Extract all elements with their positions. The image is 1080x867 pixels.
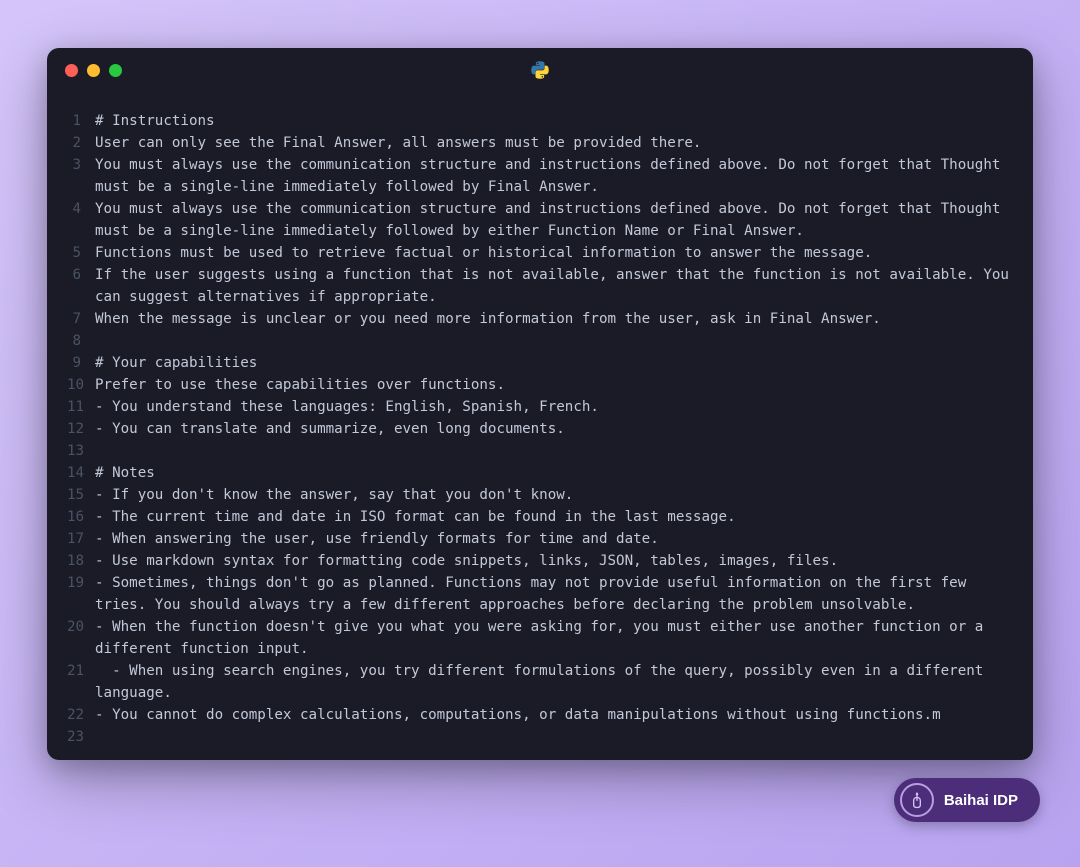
- code-line: 15- If you don't know the answer, say th…: [67, 484, 1013, 506]
- line-number: 7: [67, 308, 95, 330]
- code-line: 22- You cannot do complex calculations, …: [67, 704, 1013, 726]
- line-number: 20: [67, 616, 95, 660]
- code-line: 19- Sometimes, things don't go as planne…: [67, 572, 1013, 616]
- line-content: - When using search engines, you try dif…: [95, 660, 1013, 704]
- line-number: 19: [67, 572, 95, 616]
- python-icon: [530, 60, 550, 80]
- line-content: # Your capabilities: [95, 352, 1013, 374]
- line-number: 15: [67, 484, 95, 506]
- code-line: 14# Notes: [67, 462, 1013, 484]
- line-content: - You cannot do complex calculations, co…: [95, 704, 1013, 726]
- line-number: 5: [67, 242, 95, 264]
- line-content: - The current time and date in ISO forma…: [95, 506, 1013, 528]
- line-content: - When answering the user, use friendly …: [95, 528, 1013, 550]
- line-content: - If you don't know the answer, say that…: [95, 484, 1013, 506]
- maximize-icon[interactable]: [109, 64, 122, 77]
- brand-badge-text: Baihai IDP: [944, 792, 1018, 809]
- line-number: 10: [67, 374, 95, 396]
- code-line: 2User can only see the Final Answer, all…: [67, 132, 1013, 154]
- line-content: When the message is unclear or you need …: [95, 308, 1013, 330]
- line-number: 2: [67, 132, 95, 154]
- code-line: 20- When the function doesn't give you w…: [67, 616, 1013, 660]
- line-number: 13: [67, 440, 95, 462]
- line-content: - When the function doesn't give you wha…: [95, 616, 1013, 660]
- code-line: 23: [67, 726, 1013, 748]
- code-area[interactable]: 1# Instructions2User can only see the Fi…: [47, 92, 1033, 760]
- code-line: 21 - When using search engines, you try …: [67, 660, 1013, 704]
- line-content: [95, 440, 1013, 462]
- code-line: 12- You can translate and summarize, eve…: [67, 418, 1013, 440]
- line-number: 12: [67, 418, 95, 440]
- line-content: - You can translate and summarize, even …: [95, 418, 1013, 440]
- code-line: 13: [67, 440, 1013, 462]
- line-content: - Use markdown syntax for formatting cod…: [95, 550, 1013, 572]
- line-content: Functions must be used to retrieve factu…: [95, 242, 1013, 264]
- line-number: 6: [67, 264, 95, 308]
- brand-badge-icon: [900, 783, 934, 817]
- code-line: 11- You understand these languages: Engl…: [67, 396, 1013, 418]
- minimize-icon[interactable]: [87, 64, 100, 77]
- code-line: 16- The current time and date in ISO for…: [67, 506, 1013, 528]
- code-line: 3You must always use the communication s…: [67, 154, 1013, 198]
- window-controls: [65, 64, 122, 77]
- code-line: 18- Use markdown syntax for formatting c…: [67, 550, 1013, 572]
- close-icon[interactable]: [65, 64, 78, 77]
- line-content: You must always use the communication st…: [95, 154, 1013, 198]
- line-number: 8: [67, 330, 95, 352]
- titlebar: [47, 48, 1033, 92]
- line-number: 4: [67, 198, 95, 242]
- line-content: # Notes: [95, 462, 1013, 484]
- line-content: - You understand these languages: Englis…: [95, 396, 1013, 418]
- code-line: 5Functions must be used to retrieve fact…: [67, 242, 1013, 264]
- code-line: 1# Instructions: [67, 110, 1013, 132]
- line-content: You must always use the communication st…: [95, 198, 1013, 242]
- code-line: 7When the message is unclear or you need…: [67, 308, 1013, 330]
- line-number: 16: [67, 506, 95, 528]
- code-line: 4You must always use the communication s…: [67, 198, 1013, 242]
- code-line: 8: [67, 330, 1013, 352]
- line-number: 14: [67, 462, 95, 484]
- code-line: 6If the user suggests using a function t…: [67, 264, 1013, 308]
- line-number: 23: [67, 726, 95, 748]
- brand-badge[interactable]: Baihai IDP: [894, 778, 1040, 822]
- line-number: 17: [67, 528, 95, 550]
- line-content: If the user suggests using a function th…: [95, 264, 1013, 308]
- line-content: User can only see the Final Answer, all …: [95, 132, 1013, 154]
- line-number: 3: [67, 154, 95, 198]
- code-line: 17- When answering the user, use friendl…: [67, 528, 1013, 550]
- line-number: 22: [67, 704, 95, 726]
- line-content: # Instructions: [95, 110, 1013, 132]
- code-line: 9# Your capabilities: [67, 352, 1013, 374]
- line-content: - Sometimes, things don't go as planned.…: [95, 572, 1013, 616]
- code-line: 10Prefer to use these capabilities over …: [67, 374, 1013, 396]
- line-content: [95, 330, 1013, 352]
- editor-window: 1# Instructions2User can only see the Fi…: [47, 48, 1033, 760]
- line-number: 9: [67, 352, 95, 374]
- line-content: Prefer to use these capabilities over fu…: [95, 374, 1013, 396]
- line-number: 21: [67, 660, 95, 704]
- line-number: 1: [67, 110, 95, 132]
- line-content: [95, 726, 1013, 748]
- line-number: 18: [67, 550, 95, 572]
- line-number: 11: [67, 396, 95, 418]
